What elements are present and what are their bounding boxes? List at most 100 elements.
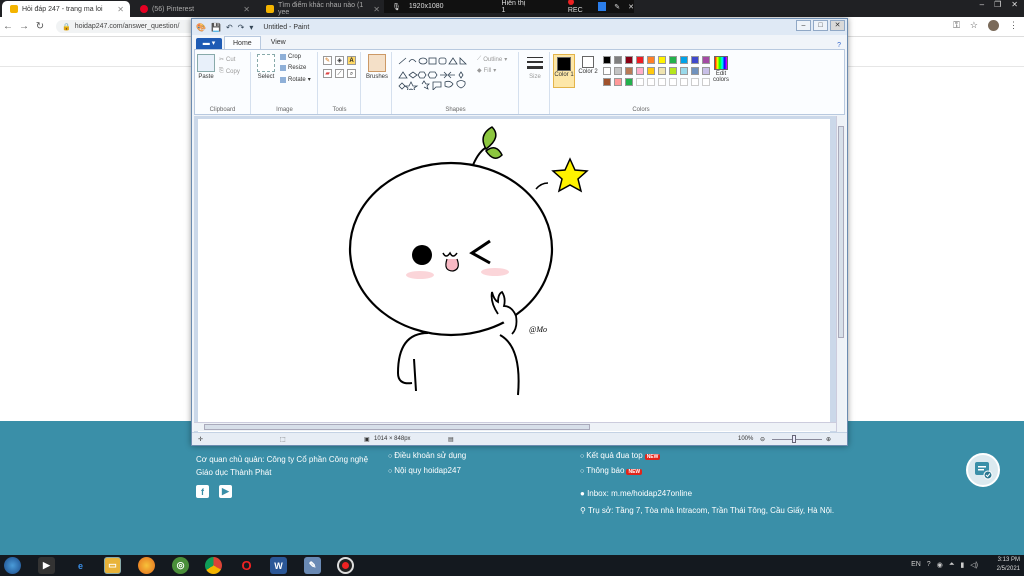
minimize-icon[interactable]: – xyxy=(796,20,811,31)
scroll-thumb[interactable] xyxy=(838,126,844,338)
recorder-square-icon[interactable] xyxy=(597,2,607,11)
star-icon[interactable]: ☆ xyxy=(970,20,978,31)
paste-button[interactable]: Paste xyxy=(197,54,215,80)
fill-bucket-icon[interactable]: ◈ xyxy=(335,56,344,65)
color-swatch[interactable] xyxy=(680,56,688,64)
profile-avatar[interactable] xyxy=(988,20,999,31)
zoom-out-icon[interactable]: ⊖ xyxy=(760,436,765,443)
language-indicator[interactable]: EN xyxy=(911,561,921,569)
tray-expand-icon[interactable]: ⏶ xyxy=(949,561,955,569)
color-swatch[interactable] xyxy=(625,67,633,75)
chat-button[interactable] xyxy=(966,453,1000,487)
color-swatch[interactable] xyxy=(691,78,699,86)
color-swatch[interactable] xyxy=(614,56,622,64)
color-swatch[interactable] xyxy=(625,56,633,64)
mic-icon[interactable]: 🎙 xyxy=(392,3,401,11)
maximize-icon[interactable]: ❐ xyxy=(994,0,1001,12)
media-player-icon[interactable]: ▶ xyxy=(38,557,55,574)
recorder-close-icon[interactable]: ✕ xyxy=(628,3,634,11)
outline-dropdown[interactable]: ⟋ Outline ▾ xyxy=(477,56,507,63)
color-swatch[interactable] xyxy=(658,56,666,64)
app-icon[interactable]: ◎ xyxy=(172,557,189,574)
paint-taskbar-icon[interactable]: ✎ xyxy=(304,557,321,574)
color-swatch[interactable] xyxy=(636,56,644,64)
qat-dropdown-icon[interactable]: ▾ xyxy=(249,23,253,32)
tab-home[interactable]: Home xyxy=(224,36,261,49)
key-icon[interactable]: ⚿ xyxy=(953,20,960,31)
close-tab-icon[interactable]: ✕ xyxy=(373,5,380,14)
opera-icon[interactable]: O xyxy=(238,557,255,574)
inbox-link[interactable]: ● Inbox: m.me/hoidap247online xyxy=(580,487,840,501)
color-swatch[interactable] xyxy=(669,67,677,75)
rec-indicator[interactable]: REC xyxy=(567,0,590,14)
youtube-icon[interactable]: ▶ xyxy=(219,485,232,498)
tab-tim-diem[interactable]: Tìm điểm khác nhau nào (1 yee ✕ xyxy=(258,1,386,17)
clock[interactable]: 3:13 PM 2/5/2021 xyxy=(997,556,1020,574)
color-swatch[interactable] xyxy=(614,67,622,75)
color-swatch[interactable] xyxy=(658,67,666,75)
magnifier-icon[interactable]: ⌕ xyxy=(347,69,356,78)
color1-button[interactable]: Color 1 xyxy=(553,54,575,88)
redo-icon[interactable]: ↷ xyxy=(238,23,245,32)
color-swatch[interactable] xyxy=(702,67,710,75)
color-swatch[interactable] xyxy=(647,56,655,64)
close-tab-icon[interactable]: ✕ xyxy=(243,5,250,14)
color-swatch[interactable] xyxy=(691,56,699,64)
zoom-in-icon[interactable]: ⊕ xyxy=(826,436,831,443)
close-tab-icon[interactable]: ✕ xyxy=(117,5,124,14)
chrome-icon[interactable] xyxy=(205,557,222,574)
help-icon[interactable]: ? xyxy=(927,561,931,569)
tray-app-icon[interactable]: ◉ xyxy=(937,561,943,569)
color-swatch[interactable] xyxy=(680,78,688,86)
pen-icon[interactable]: ✎ xyxy=(614,3,620,11)
pencil-icon[interactable]: ✎ xyxy=(323,56,332,65)
size-button[interactable]: Size xyxy=(524,54,546,80)
back-icon[interactable]: ← xyxy=(0,21,16,32)
internet-explorer-icon[interactable]: e xyxy=(72,557,89,574)
file-explorer-icon[interactable]: ▭ xyxy=(104,557,121,574)
tab-hoidap[interactable]: Hỏi đáp 247 - trang ma loi ✕ xyxy=(2,1,130,17)
firefox-icon[interactable] xyxy=(138,557,155,574)
facebook-icon[interactable]: f xyxy=(196,485,209,498)
zoom-slider[interactable] xyxy=(772,439,822,440)
close-icon[interactable]: ✕ xyxy=(830,20,845,31)
eraser-icon[interactable]: ▰ xyxy=(323,69,332,78)
forward-icon[interactable]: → xyxy=(16,21,32,32)
volume-icon[interactable]: ◁) xyxy=(970,561,978,569)
color-swatch[interactable] xyxy=(658,78,666,86)
rotate-button[interactable]: Rotate ▾ xyxy=(280,76,311,83)
recorder-taskbar-icon[interactable] xyxy=(337,557,354,574)
notice-link[interactable]: Thông báoNEW xyxy=(580,464,840,479)
color-swatch[interactable] xyxy=(636,67,644,75)
fill-dropdown[interactable]: ◆ Fill ▾ xyxy=(477,67,496,75)
word-icon[interactable]: W xyxy=(270,557,287,574)
select-button[interactable]: Select xyxy=(256,54,276,80)
cut-button[interactable]: ✂ Cut xyxy=(219,56,235,64)
help-icon[interactable]: ? xyxy=(837,42,841,49)
color-swatch[interactable] xyxy=(669,56,677,64)
color-swatch[interactable] xyxy=(603,67,611,75)
terms-link[interactable]: Điều khoản sử dụng xyxy=(388,449,466,464)
color-swatch[interactable] xyxy=(691,67,699,75)
color-swatch[interactable] xyxy=(702,56,710,64)
color-swatch[interactable] xyxy=(680,67,688,75)
horizontal-scrollbar[interactable] xyxy=(194,422,836,431)
drawing-canvas[interactable]: @Mo xyxy=(198,119,830,439)
scroll-thumb[interactable] xyxy=(204,424,590,430)
edit-colors-button[interactable]: Edit colors xyxy=(711,56,731,83)
start-button-icon[interactable] xyxy=(4,557,21,574)
color-swatch[interactable] xyxy=(603,56,611,64)
save-icon[interactable]: 💾 xyxy=(211,23,221,32)
rules-link[interactable]: Nội quy hoidap247 xyxy=(388,464,466,479)
color-swatch[interactable] xyxy=(647,78,655,86)
tab-view[interactable]: View xyxy=(263,36,294,49)
shapes-gallery[interactable] xyxy=(397,56,475,90)
reload-icon[interactable]: ↻ xyxy=(32,21,48,32)
menu-icon[interactable]: ⋮ xyxy=(1009,20,1018,31)
tab-pinterest[interactable]: (56) Pinterest ✕ xyxy=(132,1,256,17)
color-swatch[interactable] xyxy=(647,67,655,75)
crop-button[interactable]: Crop xyxy=(280,54,301,60)
color-swatch[interactable] xyxy=(614,78,622,86)
file-menu-button[interactable]: ▬ ▾ xyxy=(196,38,222,49)
minimize-icon[interactable]: – xyxy=(980,0,984,12)
